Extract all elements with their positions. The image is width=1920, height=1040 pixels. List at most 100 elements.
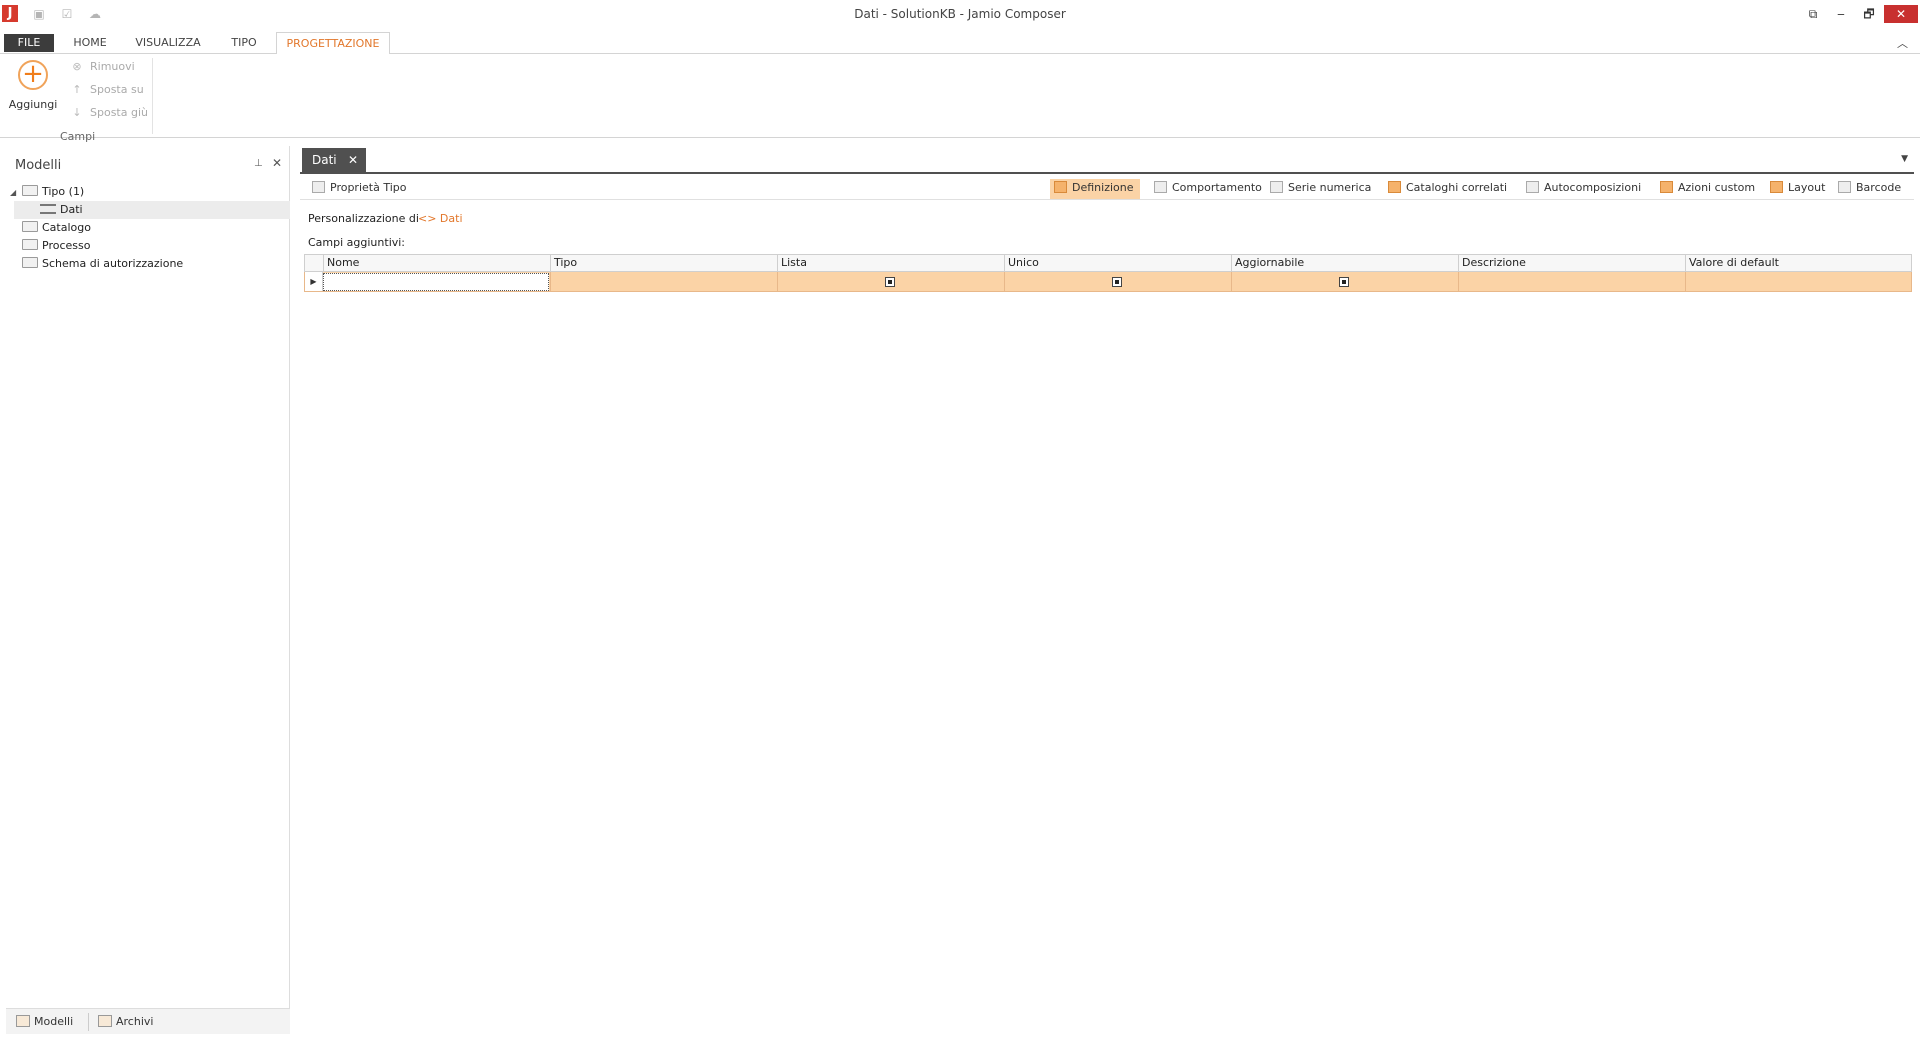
layout-button[interactable]: Layout	[1766, 179, 1831, 199]
type-properties-label: Proprietà Tipo	[330, 181, 407, 194]
properties-icon	[312, 181, 325, 193]
aggiornabile-checkbox[interactable]	[1339, 277, 1349, 287]
title-bar: J ▣ ☑ ☁ Dati - SolutionKB - Jamio Compos…	[0, 0, 1920, 30]
toolbar-label: Barcode	[1856, 181, 1902, 194]
pane-title: Modelli	[15, 158, 62, 173]
layout-icon	[1770, 181, 1783, 193]
column-header-tipo[interactable]: Tipo	[550, 255, 777, 271]
pin-icon[interactable]: ⊥	[254, 158, 263, 169]
tree-item-processo[interactable]: Processo	[22, 237, 90, 255]
move-down-button[interactable]: ↓ Sposta giù	[70, 104, 148, 122]
numbering-icon	[1270, 181, 1283, 193]
toolbar-label: Azioni custom	[1678, 181, 1756, 194]
document-toolbar: Proprietà Tipo Definizione Comportamento…	[300, 176, 1914, 200]
remove-icon: ⊗	[72, 60, 82, 73]
close-pane-icon[interactable]: ✕	[272, 156, 282, 170]
table-row[interactable]: ▶	[304, 272, 1912, 292]
tree-item-dati[interactable]: Dati	[40, 201, 83, 219]
tree-item-label: Processo	[42, 239, 91, 252]
folder-icon	[22, 239, 38, 250]
cell-separator	[1685, 272, 1686, 291]
close-button[interactable]: ✕	[1884, 5, 1918, 23]
collapse-ribbon-icon[interactable]: ︿	[1897, 35, 1908, 51]
column-header-nome[interactable]: Nome	[323, 255, 550, 271]
behavior-icon	[1154, 181, 1167, 193]
cell-separator	[777, 272, 778, 291]
maximize-button[interactable]: 🗗	[1856, 5, 1882, 23]
remove-label: Rimuovi	[90, 60, 135, 73]
column-header-descrizione[interactable]: Descrizione	[1458, 255, 1685, 271]
lista-checkbox[interactable]	[885, 277, 895, 287]
tab-visualizza[interactable]: VISUALIZZA	[126, 32, 210, 54]
bottom-tab-archivi[interactable]: Archivi	[98, 1013, 153, 1031]
cell-separator	[1231, 272, 1232, 291]
column-header-unico[interactable]: Unico	[1004, 255, 1231, 271]
type-properties-button[interactable]: Proprietà Tipo	[308, 179, 412, 199]
add-label: Aggiungi	[8, 98, 58, 111]
tab-strip-underline	[300, 172, 1914, 174]
cataloghi-correlati-button[interactable]: Cataloghi correlati	[1384, 179, 1513, 199]
models-pane: Modelli ⊥ ✕ ◢ Tipo (1) Dati Catalogo Pro…	[6, 146, 290, 1034]
document-icon	[40, 204, 56, 214]
custom-actions-icon	[1660, 181, 1673, 193]
arrow-up-icon: ↑	[72, 83, 82, 96]
bottom-tab-separator	[88, 1013, 89, 1031]
customization-link[interactable]: <> Dati	[418, 212, 463, 225]
minimize-button[interactable]: ‒	[1828, 5, 1854, 23]
document-tab-label: Dati	[312, 153, 337, 167]
autocompose-icon	[1526, 181, 1539, 193]
tab-progettazione[interactable]: PROGETTAZIONE	[276, 32, 390, 55]
toolbar-label: Comportamento	[1172, 181, 1262, 194]
tab-home[interactable]: HOME	[62, 32, 118, 54]
add-icon: +	[18, 60, 48, 90]
models-icon	[16, 1015, 30, 1027]
tree-item-label: Tipo (1)	[42, 185, 85, 198]
remove-button[interactable]: ⊗ Rimuovi	[70, 58, 135, 76]
definizione-button[interactable]: Definizione	[1050, 179, 1140, 199]
definition-icon	[1054, 181, 1067, 193]
bottom-tab-label: Modelli	[34, 1015, 74, 1028]
ribbon-panel: + Aggiungi ⊗ Rimuovi ↑ Sposta su ↓ Sposta g…	[0, 54, 1920, 143]
toolbar-label: Cataloghi correlati	[1406, 181, 1508, 194]
add-button[interactable]: + Aggiungi	[6, 58, 60, 118]
cell-nome-input[interactable]	[323, 273, 549, 291]
additional-fields-label: Campi aggiuntivi:	[308, 236, 406, 249]
comportamento-button[interactable]: Comportamento	[1150, 179, 1268, 199]
document-area: Dati ✕ ▼ Proprietà Tipo Definizione Comp…	[300, 146, 1914, 1034]
column-header-lista[interactable]: Lista	[777, 255, 1004, 271]
barcode-icon	[1838, 181, 1851, 193]
unico-checkbox[interactable]	[1112, 277, 1122, 287]
tree-item-tipo[interactable]: Tipo (1)	[22, 183, 84, 201]
autocomposizioni-button[interactable]: Autocomposizioni	[1522, 179, 1647, 199]
tab-tipo[interactable]: TIPO	[218, 32, 270, 54]
ribbon-display-options-icon[interactable]: ⧉	[1800, 5, 1826, 23]
folder-icon	[22, 185, 38, 196]
bottom-tab-modelli[interactable]: Modelli	[16, 1013, 73, 1031]
window-title: Dati - SolutionKB - Jamio Composer	[854, 7, 1066, 21]
tree-item-schema-autorizzazione[interactable]: Schema di autorizzazione	[22, 255, 183, 273]
grid-header: Nome Tipo Lista Unico Aggiornabile Descr…	[304, 254, 1912, 272]
tree-expander-icon[interactable]: ◢	[10, 188, 16, 197]
tree-item-label: Catalogo	[42, 221, 91, 234]
toolbar-label: Autocomposizioni	[1544, 181, 1642, 194]
related-catalogs-icon	[1388, 181, 1401, 193]
move-down-label: Sposta giù	[90, 106, 148, 119]
archives-icon	[98, 1015, 112, 1027]
ribbon-tab-bar: FILE HOME VISUALIZZA TIPO PROGETTAZIONE …	[0, 32, 1920, 55]
serie-numerica-button[interactable]: Serie numerica	[1266, 179, 1377, 199]
move-up-button[interactable]: ↑ Sposta su	[70, 81, 143, 99]
column-header-aggiornabile[interactable]: Aggiornabile	[1231, 255, 1458, 271]
tree-item-catalogo[interactable]: Catalogo	[22, 219, 91, 237]
document-tab-dati[interactable]: Dati ✕	[302, 148, 366, 172]
toolbar-label: Serie numerica	[1288, 181, 1372, 194]
arrow-down-icon: ↓	[72, 106, 82, 119]
azioni-custom-button[interactable]: Azioni custom	[1656, 179, 1761, 199]
pane-bottom-tabs: Modelli Archivi	[6, 1008, 290, 1034]
tab-file[interactable]: FILE	[4, 34, 54, 52]
ribbon-group-label: Campi	[60, 130, 96, 143]
column-header-valore-default[interactable]: Valore di default	[1685, 255, 1911, 271]
tab-list-dropdown-icon[interactable]: ▼	[1901, 154, 1908, 164]
barcode-button[interactable]: Barcode	[1834, 179, 1907, 199]
close-tab-icon[interactable]: ✕	[348, 148, 358, 172]
folder-icon	[22, 257, 38, 268]
